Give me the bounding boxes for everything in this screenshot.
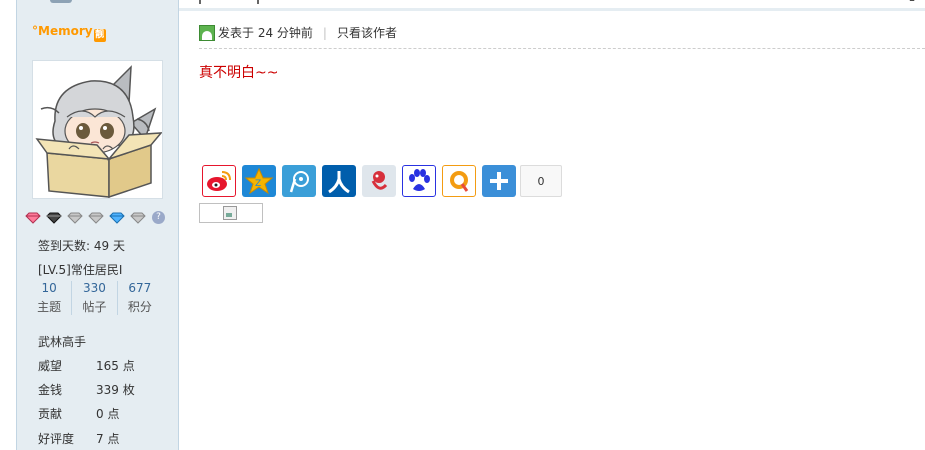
previous-post-fragment <box>199 0 259 4</box>
share-count: 0 <box>520 165 562 197</box>
medal-list: ? <box>24 210 167 225</box>
sina-weibo-icon[interactable] <box>202 165 236 197</box>
user-counts: 10 主题 330 帖子 677 积分 <box>27 281 162 315</box>
black-gem-medal-icon[interactable] <box>45 210 62 225</box>
detail-value: 0 点 <box>96 407 120 421</box>
detail-contribution: 贡献 0 点 <box>38 405 119 422</box>
post-divider <box>199 48 925 49</box>
count-number[interactable]: 330 <box>72 281 116 295</box>
more-share-icon[interactable] <box>482 165 516 197</box>
broken-image-icon <box>223 206 237 220</box>
renren-icon[interactable] <box>322 165 356 197</box>
corner-icon: ▪ <box>909 0 915 4</box>
user-level[interactable]: [LV.5]常住居民I <box>38 261 122 278</box>
blue-gem-medal-icon[interactable] <box>108 210 125 225</box>
qq-friend-icon[interactable] <box>442 165 476 197</box>
kaixin-icon[interactable] <box>362 165 396 197</box>
tencent-weibo-icon[interactable] <box>282 165 316 197</box>
vip-badge-icon: 靓 <box>93 29 106 42</box>
online-user-icon <box>199 24 215 41</box>
username-text[interactable]: °Memory <box>32 24 93 38</box>
detail-money: 金钱 339 枚 <box>38 381 135 398</box>
count-label: 帖子 <box>82 300 107 314</box>
left-gutter <box>0 0 17 450</box>
count-number[interactable]: 10 <box>27 281 71 295</box>
share-bar: Z 0 <box>202 165 562 197</box>
detail-rating: 好评度 7 点 <box>38 430 119 447</box>
checkin-days: 签到天数: 49 天 <box>38 239 125 253</box>
count-threads: 10 主题 <box>27 281 73 315</box>
count-number[interactable]: 677 <box>118 281 162 295</box>
post-time: 发表于 24 分钟前 <box>218 26 313 40</box>
count-label: 主题 <box>37 300 62 314</box>
avatar-image <box>33 61 162 198</box>
gray-gem-medal-icon[interactable] <box>66 210 83 225</box>
gray-gem-medal-icon[interactable] <box>87 210 104 225</box>
detail-label: 金钱 <box>38 383 63 397</box>
help-icon[interactable]: ? <box>150 210 167 225</box>
meta-separator: | <box>322 25 327 40</box>
only-author-link[interactable]: 只看该作者 <box>337 24 397 41</box>
username[interactable]: °Memory 靓 <box>32 24 106 42</box>
previous-post-bottom: ▪ <box>179 0 925 11</box>
detail-label: 好评度 <box>38 432 75 446</box>
gray-gem-medal-icon[interactable] <box>129 210 146 225</box>
pink-gem-medal-icon[interactable] <box>24 210 41 225</box>
post-meta: 发表于 24 分钟前 | 只看该作者 <box>199 24 397 41</box>
detail-value: 339 枚 <box>96 383 135 397</box>
baidu-icon[interactable] <box>402 165 436 197</box>
detail-value: 165 点 <box>96 359 135 373</box>
avatar[interactable] <box>32 60 163 199</box>
help-icon-glyph: ? <box>152 211 165 224</box>
svg-text:Z: Z <box>255 179 261 189</box>
detail-label: 贡献 <box>38 407 63 421</box>
post-content: 真不明白~~ <box>199 65 279 81</box>
detail-label: 威望 <box>38 359 63 373</box>
detail-prestige: 威望 165 点 <box>38 357 135 374</box>
detail-value: 7 点 <box>96 432 120 446</box>
count-credits: 677 积分 <box>118 281 162 315</box>
forum-post-page: ▪ °Memory靓 <box>0 0 925 450</box>
count-label: 积分 <box>127 300 152 314</box>
rank-title: 武林高手 <box>38 335 87 349</box>
count-posts: 330 帖子 <box>72 281 118 315</box>
online-status-icon <box>50 0 72 3</box>
broken-image <box>199 203 263 223</box>
qzone-icon[interactable]: Z <box>242 165 276 197</box>
